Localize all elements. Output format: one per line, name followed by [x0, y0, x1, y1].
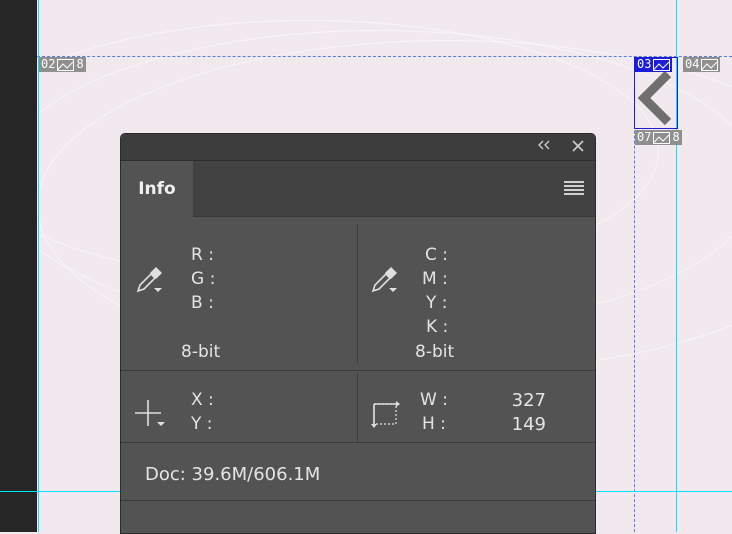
chevron-left-icon: [637, 70, 672, 126]
close-panel-button[interactable]: [571, 137, 585, 158]
info-panel: Info R : G : B : 8-bit C : M : Y : K : 8…: [120, 133, 596, 534]
slice-number: 02: [41, 57, 56, 71]
height-label: H :: [422, 414, 446, 434]
image-slice-icon: [701, 58, 719, 71]
selection-size-icon[interactable]: [370, 399, 402, 429]
slice-suffix: 8: [76, 57, 84, 71]
panel-tab-bar: Info: [121, 161, 595, 217]
section-divider: [121, 500, 595, 501]
slice-tag-active[interactable]: 03: [635, 57, 673, 72]
image-slice-icon: [653, 58, 671, 71]
image-slice-icon: [57, 58, 75, 71]
slice-tag[interactable]: 04: [683, 57, 721, 72]
guide-line[interactable]: [38, 0, 39, 532]
panel-title-bar[interactable]: [121, 134, 595, 161]
slice-tag[interactable]: 07 8: [635, 130, 682, 145]
collapse-panel-button[interactable]: [537, 139, 551, 154]
workspace-left-edge: [0, 0, 37, 532]
y-label: Y :: [191, 414, 213, 434]
black-label: K :: [426, 317, 449, 337]
width-value: 327: [511, 390, 546, 411]
crosshair-icon[interactable]: [135, 399, 167, 429]
double-chevron-left-icon: [538, 140, 550, 150]
hamburger-menu-icon[interactable]: [564, 181, 584, 195]
blue-label: B :: [191, 293, 214, 313]
green-label: G :: [191, 269, 216, 289]
section-divider: [121, 370, 595, 371]
eyedropper-icon[interactable]: [370, 264, 400, 294]
slice-number: 03: [637, 57, 652, 71]
slice-suffix: 8: [672, 130, 680, 144]
height-value: 149: [511, 414, 546, 435]
cyan-label: C :: [425, 245, 449, 265]
tab-info[interactable]: Info: [121, 161, 193, 217]
red-label: R :: [191, 245, 214, 265]
width-label: W :: [420, 390, 448, 410]
eyedropper-icon[interactable]: [135, 264, 165, 294]
slice-boundary: [37, 56, 732, 57]
slice-number: 07: [637, 130, 652, 144]
yellow-label: Y :: [426, 293, 448, 313]
slice-tag[interactable]: 02 8: [39, 57, 86, 72]
slice-number: 04: [685, 57, 700, 71]
close-icon: [572, 140, 584, 152]
section-divider: [121, 442, 595, 443]
magenta-label: M :: [422, 269, 448, 289]
rgb-bit-depth[interactable]: 8-bit: [181, 342, 220, 362]
cmyk-bit-depth[interactable]: 8-bit: [415, 342, 454, 362]
section-divider: [357, 224, 358, 364]
section-divider: [357, 372, 358, 442]
image-slice-icon: [653, 131, 671, 144]
x-label: X :: [191, 390, 214, 410]
document-size-info[interactable]: Doc: 39.6M/606.1M: [145, 464, 320, 485]
